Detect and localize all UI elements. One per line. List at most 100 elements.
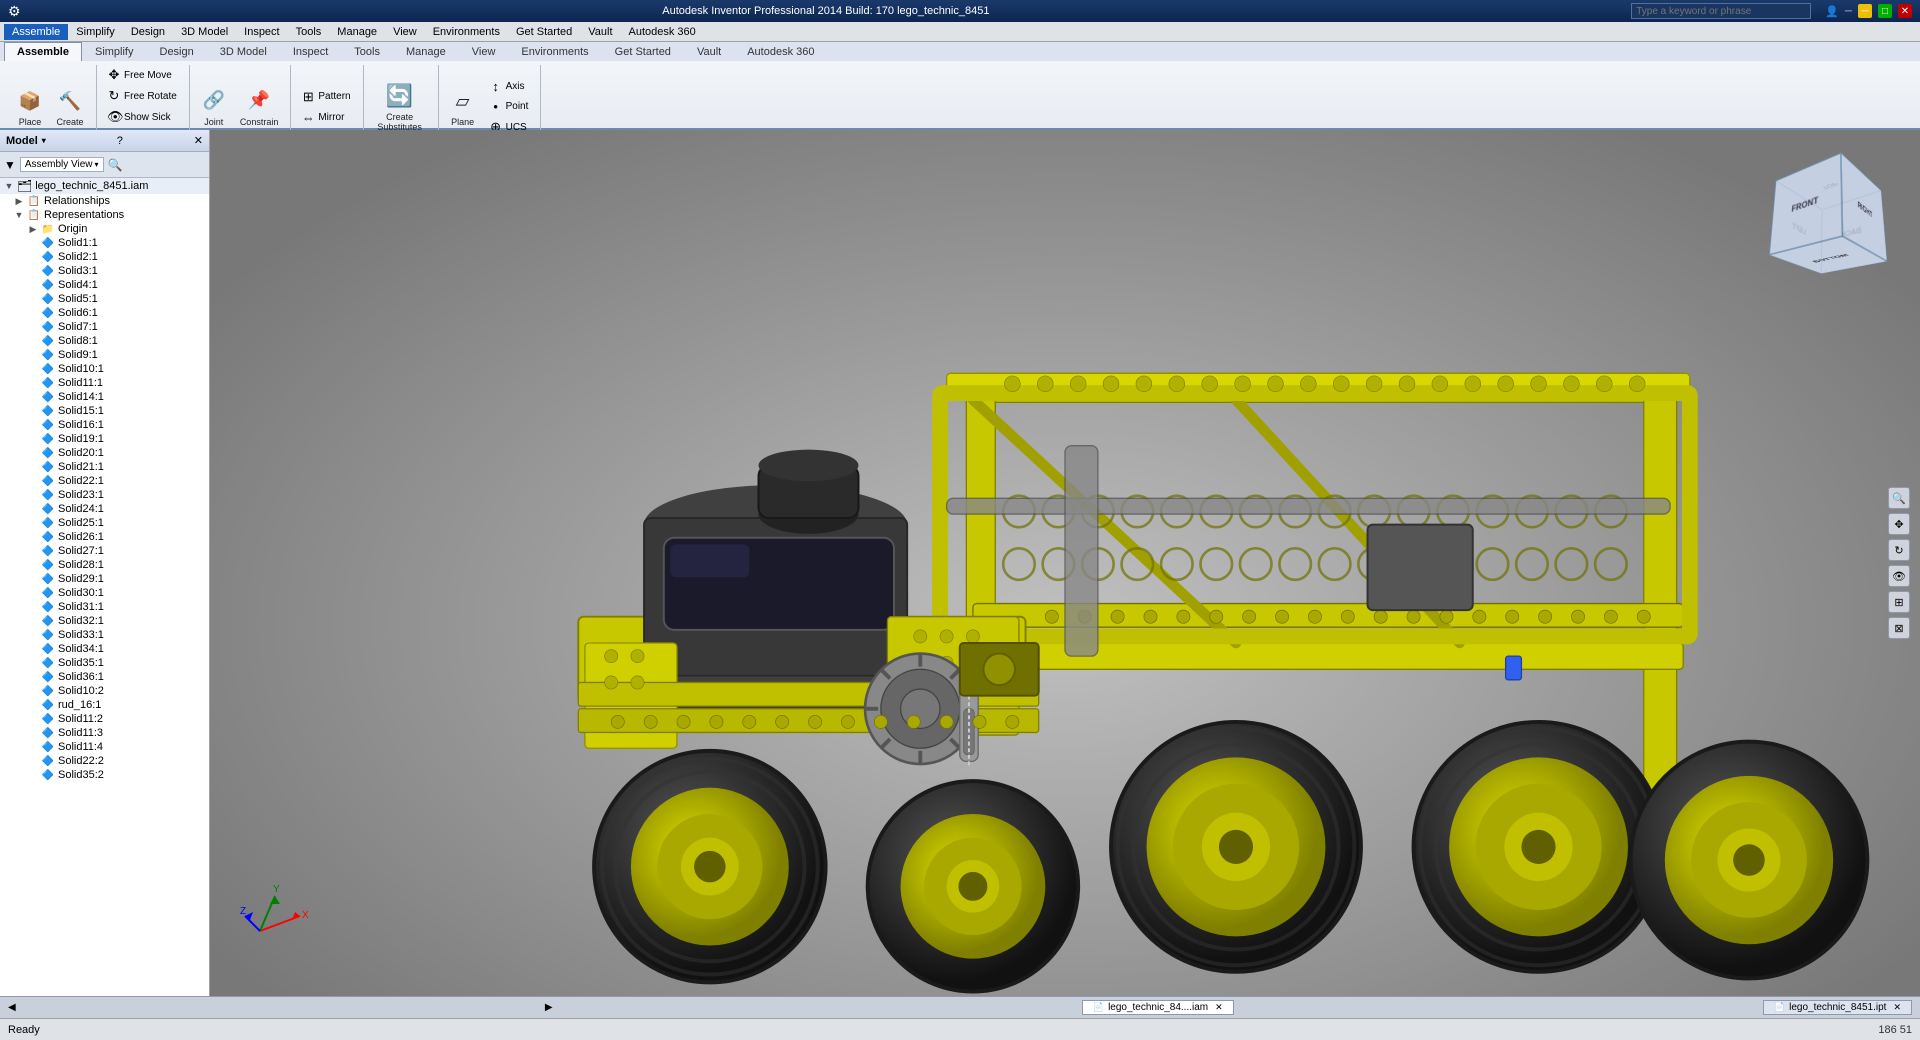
maximize-button[interactable]: □ (1878, 4, 1892, 18)
zoom-all-button[interactable]: ⊠ (1888, 617, 1910, 639)
menu-item-manage[interactable]: Manage (329, 24, 385, 40)
tree-item-solid11c[interactable]: 🔷Solid11:3 (0, 726, 209, 740)
menu-item-inspect[interactable]: Inspect (236, 24, 287, 40)
tree-item-solid19[interactable]: 🔷Solid19:1 (0, 432, 209, 446)
point-button[interactable]: • Point (485, 97, 533, 116)
tree-item-solid10[interactable]: 🔷Solid10:1 (0, 362, 209, 376)
tree-item-solid8[interactable]: 🔷Solid8:1 (0, 334, 209, 348)
ribbon-tab-environments[interactable]: Environments (508, 42, 601, 61)
tree-item-solid32[interactable]: 🔷Solid32:1 (0, 614, 209, 628)
file-tab-ipt[interactable]: 📄 lego_technic_8451.ipt ✕ (1763, 1000, 1912, 1015)
tree-item-solid34[interactable]: 🔷Solid34:1 (0, 642, 209, 656)
ribbon-tab-simplify[interactable]: Simplify (82, 42, 147, 61)
tree-item-solid3[interactable]: 🔷Solid3:1 (0, 264, 209, 278)
tree-item-solid24[interactable]: 🔷Solid24:1 (0, 502, 209, 516)
free-rotate-button[interactable]: ↻ Free Rotate (103, 86, 181, 106)
search-tree-icon[interactable]: 🔍 (108, 158, 123, 172)
ribbon-tab-design[interactable]: Design (147, 42, 207, 61)
create-button[interactable]: 🔨 Create (52, 84, 88, 130)
tree-item-solid7[interactable]: 🔷Solid7:1 (0, 320, 209, 334)
tree-item-representations[interactable]: ▼📋Representations (0, 208, 209, 222)
ribbon-tab-vault[interactable]: Vault (684, 42, 734, 61)
tree-item-solid35b[interactable]: 🔷Solid35:2 (0, 768, 209, 782)
tree-item-solid11[interactable]: 🔷Solid11:1 (0, 376, 209, 390)
close-button[interactable]: ✕ (1898, 4, 1912, 18)
tree-item-solid20[interactable]: 🔷Solid20:1 (0, 446, 209, 460)
menu-item-vault[interactable]: Vault (580, 24, 620, 40)
tree-item-solid22[interactable]: 🔷Solid22:1 (0, 474, 209, 488)
zoom-in-button[interactable]: 🔍 (1888, 487, 1910, 509)
tree-item-solid4[interactable]: 🔷Solid4:1 (0, 278, 209, 292)
show-sick-button[interactable]: 👁 Show Sick (103, 107, 181, 127)
tree-item-rud16[interactable]: 🔷rud_16:1 (0, 698, 209, 712)
tree-item-solid9[interactable]: 🔷Solid9:1 (0, 348, 209, 362)
tree-item-solid10b[interactable]: 🔷Solid10:2 (0, 684, 209, 698)
tree-item-solid11d[interactable]: 🔷Solid11:4 (0, 740, 209, 754)
tree-item-solid16[interactable]: 🔷Solid16:1 (0, 418, 209, 432)
search-input[interactable] (1631, 3, 1811, 19)
tree-item-solid35[interactable]: 🔷Solid35:1 (0, 656, 209, 670)
constrain-button[interactable]: 📌 Constrain (236, 84, 283, 130)
place-button[interactable]: 📦 Place (12, 84, 48, 130)
tree-root-item[interactable]: ▼ 🗂 lego_technic_8451.iam (0, 178, 209, 194)
viewcube[interactable]: FRONT BACK RIGHT LEFT TOP BOTTOM (1790, 180, 1870, 260)
pan-button[interactable]: ✥ (1888, 513, 1910, 535)
zoom-window-button[interactable]: ⊞ (1888, 591, 1910, 613)
create-substitutes-button[interactable]: 🔄 CreateSubstitutes (370, 79, 430, 135)
tree-item-solid28[interactable]: 🔷Solid28:1 (0, 558, 209, 572)
menu-item-design[interactable]: Design (123, 24, 173, 40)
tree-item-solid22b[interactable]: 🔷Solid22:2 (0, 754, 209, 768)
menu-item-autodesk360[interactable]: Autodesk 360 (621, 24, 704, 40)
menu-item-simplify[interactable]: Simplify (68, 24, 123, 40)
panel-help-icon[interactable]: ? (117, 135, 123, 147)
tree-item-solid33[interactable]: 🔷Solid33:1 (0, 628, 209, 642)
tree-item-solid27[interactable]: 🔷Solid27:1 (0, 544, 209, 558)
pattern-button[interactable]: ⊞ Pattern (297, 87, 354, 107)
tree-item-solid11b[interactable]: 🔷Solid11:2 (0, 712, 209, 726)
nav-arrow-left[interactable]: ◀ (8, 1002, 16, 1013)
tree-item-solid29[interactable]: 🔷Solid29:1 (0, 572, 209, 586)
tree-item-solid6[interactable]: 🔷Solid6:1 (0, 306, 209, 320)
nav-arrow-right[interactable]: ▶ (545, 1002, 553, 1013)
mirror-button[interactable]: ⇔ Mirror (297, 108, 354, 127)
chevron-down-icon[interactable]: ▾ (42, 136, 46, 145)
panel-close-icon[interactable]: ✕ (194, 134, 203, 147)
ribbon-tab-view[interactable]: View (459, 42, 509, 61)
tree-item-solid30[interactable]: 🔷Solid30:1 (0, 586, 209, 600)
ribbon-tab-get-started[interactable]: Get Started (602, 42, 684, 61)
menu-item-environments[interactable]: Environments (425, 24, 508, 40)
3d-viewport[interactable]: FRONT BACK RIGHT LEFT TOP BOTTOM 🔍 ✥ ↻ 👁… (210, 130, 1920, 996)
menu-item-assemble[interactable]: Assemble (4, 24, 68, 40)
ribbon-tab-assemble[interactable]: Assemble (4, 42, 82, 61)
filter-icon[interactable]: ▼ (4, 158, 16, 172)
model-tree[interactable]: ▼ 🗂 lego_technic_8451.iam ▶📋Relationship… (0, 178, 209, 996)
tree-item-origin[interactable]: ▶📁Origin (0, 222, 209, 236)
menu-item-tools[interactable]: Tools (288, 24, 330, 40)
file-tab-iam-close[interactable]: ✕ (1215, 1002, 1223, 1013)
tree-item-solid15[interactable]: 🔷Solid15:1 (0, 404, 209, 418)
tree-item-solid31[interactable]: 🔷Solid31:1 (0, 600, 209, 614)
ribbon-tab-tools[interactable]: Tools (341, 42, 393, 61)
ribbon-tab-manage[interactable]: Manage (393, 42, 459, 61)
file-tab-iam[interactable]: 📄 lego_technic_84....iam ✕ (1082, 1000, 1234, 1015)
tree-item-solid5[interactable]: 🔷Solid5:1 (0, 292, 209, 306)
tree-item-solid14[interactable]: 🔷Solid14:1 (0, 390, 209, 404)
menu-item-view[interactable]: View (385, 24, 425, 40)
plane-button[interactable]: ▱ Plane (445, 84, 481, 130)
ribbon-tab-autodesk-360[interactable]: Autodesk 360 (734, 42, 827, 61)
menu-item-3dmodel[interactable]: 3D Model (173, 24, 236, 40)
look-button[interactable]: 👁 (1888, 565, 1910, 587)
tree-item-solid26[interactable]: 🔷Solid26:1 (0, 530, 209, 544)
tree-item-solid21[interactable]: 🔷Solid21:1 (0, 460, 209, 474)
tree-item-solid23[interactable]: 🔷Solid23:1 (0, 488, 209, 502)
file-tab-ipt-close[interactable]: ✕ (1893, 1002, 1901, 1013)
joint-button[interactable]: 🔗 Joint (196, 84, 232, 130)
ribbon-tab-inspect[interactable]: Inspect (280, 42, 341, 61)
tree-item-solid25[interactable]: 🔷Solid25:1 (0, 516, 209, 530)
axis-button[interactable]: ↕ Axis (485, 77, 533, 96)
tree-item-solid36[interactable]: 🔷Solid36:1 (0, 670, 209, 684)
orbit-button[interactable]: ↻ (1888, 539, 1910, 561)
menu-item-getstarted[interactable]: Get Started (508, 24, 580, 40)
tree-item-solid1[interactable]: 🔷Solid1:1 (0, 236, 209, 250)
ribbon-tab-3d-model[interactable]: 3D Model (207, 42, 280, 61)
